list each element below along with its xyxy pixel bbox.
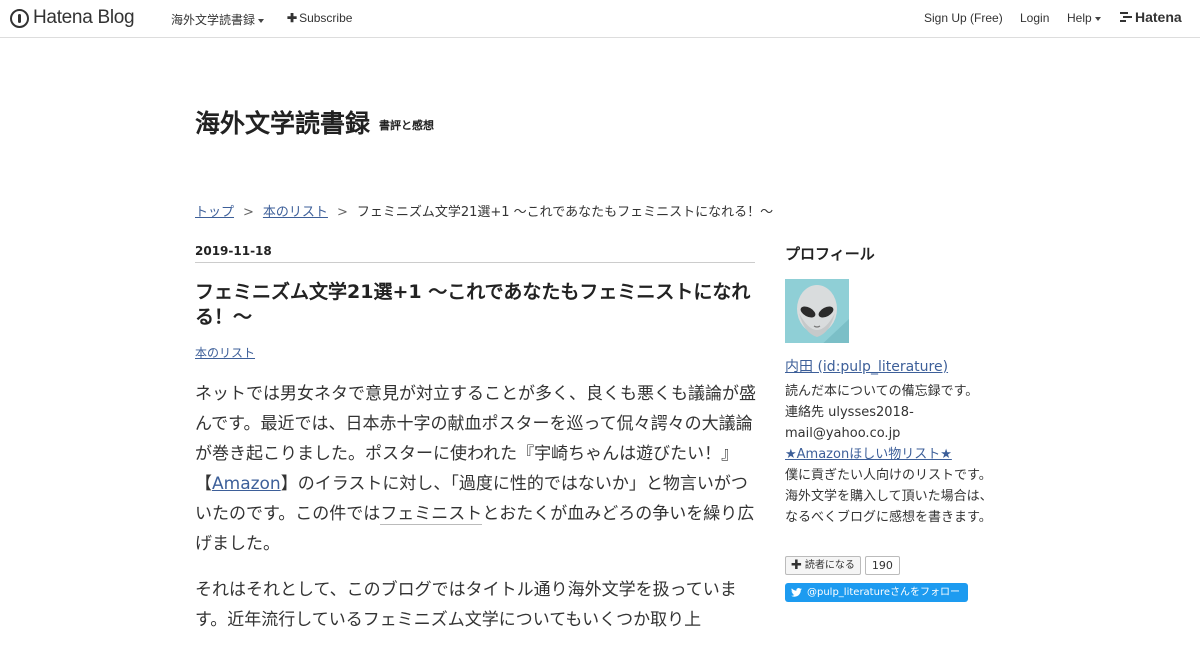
category-link[interactable]: 本のリスト (195, 346, 255, 360)
entry-title[interactable]: フェミニズム文学21選+1 ～これであなたもフェミニストになれる！～ (195, 280, 757, 330)
entry-date[interactable]: 2019-11-18 (195, 244, 272, 258)
plus-icon: ✚ (287, 11, 298, 25)
hatena-pen-icon (10, 8, 29, 28)
entry-body: ネットでは男女ネタで意見が対立することが多く、良くも悪くも議論が盛んです。最近で… (195, 379, 757, 651)
hatena-logo-icon (1120, 12, 1132, 22)
amazon-link[interactable]: Amazon (212, 474, 281, 494)
alien-avatar-icon (785, 279, 849, 343)
caret-down-icon (258, 18, 265, 23)
breadcrumb-separator: > (336, 205, 348, 220)
breadcrumb-list-link[interactable]: 本のリスト (263, 205, 328, 220)
hatena-brand-text: Hatena (1135, 9, 1182, 25)
entry-category: 本のリスト (195, 344, 255, 361)
follow-button-label: @pulp_literatureさんをフォロー (807, 587, 960, 598)
profile-name: 内田 (id:pulp_literature) (785, 356, 948, 376)
breadcrumb-separator: > (243, 205, 254, 220)
sidebar-profile-heading: プロフィール (785, 245, 875, 263)
profile-name-link[interactable]: 内田 (id:pulp_literature) (785, 359, 948, 375)
subscribe-button[interactable]: ✚ Subscribe (287, 11, 352, 25)
blog-menu-dropdown[interactable]: 海外文学読書録 (171, 11, 265, 28)
paragraph: それはそれとして、このブログではタイトル通り海外文学を扱っています。近年流行して… (195, 580, 737, 630)
breadcrumb-top-link[interactable]: トップ (195, 205, 234, 220)
reader-count-badge[interactable]: 190 (864, 556, 900, 575)
reader-button-label: 読者になる (804, 560, 855, 571)
wishlist-link[interactable]: ★Amazonほしい物リスト★ (785, 447, 952, 462)
twitter-bird-icon (791, 588, 802, 597)
help-dropdown[interactable]: Help (1067, 11, 1101, 25)
caret-down-icon (1094, 16, 1101, 21)
blog-title[interactable]: 海外文学読書録 (195, 104, 370, 140)
plus-icon: ✚ (791, 558, 802, 573)
profile-description: 読んだ本についての備忘録です。 連絡先 ulysses2018-mail@yah… (785, 381, 1000, 528)
hatena-brand-link[interactable]: Hatena (1120, 9, 1182, 25)
blog-description: 書評と感想 (379, 119, 434, 132)
signup-link[interactable]: Sign Up (Free) (924, 11, 1003, 25)
avatar[interactable] (785, 279, 849, 343)
subscribe-label: Subscribe (299, 11, 353, 25)
twitter-follow-button[interactable]: @pulp_literatureさんをフォロー (785, 583, 968, 602)
breadcrumb: トップ > 本のリスト > フェミニズム文学21選+1 ～これであなたもフェミニストにな… (195, 201, 773, 220)
reader-row: ✚ 読者になる 190 (785, 556, 900, 575)
login-link[interactable]: Login (1020, 11, 1049, 25)
date-divider (195, 262, 755, 263)
top-navbar: Hatena Blog 海外文学読書録 ✚ Subscribe Sign Up (… (0, 0, 1200, 38)
logo-text: Hatena Blog (33, 7, 135, 28)
hatena-blog-logo[interactable]: Hatena Blog (10, 7, 135, 29)
blog-menu-label: 海外文学読書録 (171, 13, 256, 27)
profile-contact: 連絡先 ulysses2018-mail@yahoo.co.jp (785, 405, 914, 441)
help-label: Help (1067, 11, 1092, 25)
become-reader-button[interactable]: ✚ 読者になる (785, 556, 861, 575)
breadcrumb-current: フェミニズム文学21選+1 ～これであなたもフェミニストになれる！～ (356, 205, 774, 220)
wishlist-text: 僕に貢ぎたい人向けのリストです。海外文学を購入して頂いた場合は、なるべくブログに… (785, 468, 993, 525)
profile-bio: 読んだ本についての備忘録です。 (785, 384, 979, 399)
keyword-link[interactable]: フェミニスト (380, 504, 483, 525)
paragraph: ネットでは男女ネタで意見が対立することが多く、良くも悪くも議論が盛んです。最近で… (195, 379, 757, 559)
